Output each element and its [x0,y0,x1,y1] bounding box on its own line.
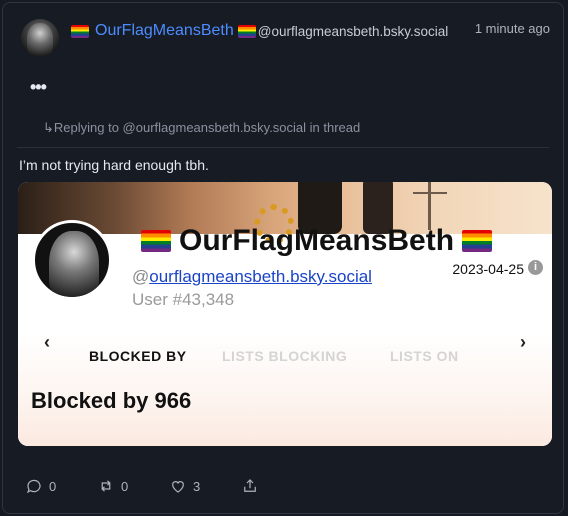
post-text: I’m not trying hard enough tbh. [19,157,209,173]
info-icon: i [528,260,543,275]
tab-lists-on: LISTS ON [390,348,459,364]
reply-context[interactable]: ↳Replying to @ourflagmeansbeth.bsky.soci… [43,120,360,136]
rainbow-flag-icon [141,230,171,252]
repost-button[interactable]: 0 [97,477,169,495]
chevron-left-icon: ‹ [44,332,50,352]
card-handle-link: ourflagmeansbeth.bsky.social [149,267,372,286]
card-date: 2023-04-25 [452,261,524,277]
repost-icon [101,480,111,492]
tab-blocked-by: BLOCKED BY [89,348,187,364]
rainbow-flag-icon [237,24,256,38]
avatar[interactable] [21,19,59,57]
chevron-right-icon: › [520,332,526,352]
blocked-count: Blocked by 966 [31,388,192,413]
handle-text: @ourflagmeansbeth.bsky.social [257,23,449,39]
reply-icon [26,479,41,494]
rainbow-flag-icon [71,24,89,38]
like-button[interactable]: 3 [169,477,241,495]
like-count: 3 [193,478,201,494]
more-options-button[interactable]: ••• [30,77,47,98]
card-avatar [32,220,112,300]
reply-context-text: Replying to @ourflagmeansbeth.bsky.socia… [53,120,361,135]
share-icon [244,479,256,492]
embedded-image[interactable]: OurFlagMeansBeth @ourflagmeansbeth.bsky.… [18,182,552,446]
reply-button[interactable]: 0 [25,477,97,495]
post-card: OurFlagMeansBeth @ourflagmeansbeth.bsky.… [2,2,564,514]
divider [17,147,549,148]
action-bar: 0 0 3 [25,477,259,495]
rainbow-flag-icon [462,230,493,252]
timestamp[interactable]: 1 minute ago [475,21,550,36]
share-button[interactable] [241,477,259,495]
repost-count: 0 [121,478,129,494]
handle[interactable]: @ourflagmeansbeth.bsky.social [237,23,449,39]
card-display-name: OurFlagMeansBeth [133,224,500,258]
reply-arrow-icon: ↳ [43,120,54,135]
tab-lists-blocking: LISTS BLOCKING [222,348,348,364]
card-name-text: OurFlagMeansBeth [179,224,455,257]
post-header: OurFlagMeansBeth @ourflagmeansbeth.bsky.… [71,22,448,40]
card-handle: @ourflagmeansbeth.bsky.social [132,267,372,286]
user-number: User #43,348 [132,290,235,309]
reply-count: 0 [49,478,57,494]
display-name-link[interactable]: OurFlagMeansBeth [95,22,234,40]
heart-icon [172,481,184,493]
